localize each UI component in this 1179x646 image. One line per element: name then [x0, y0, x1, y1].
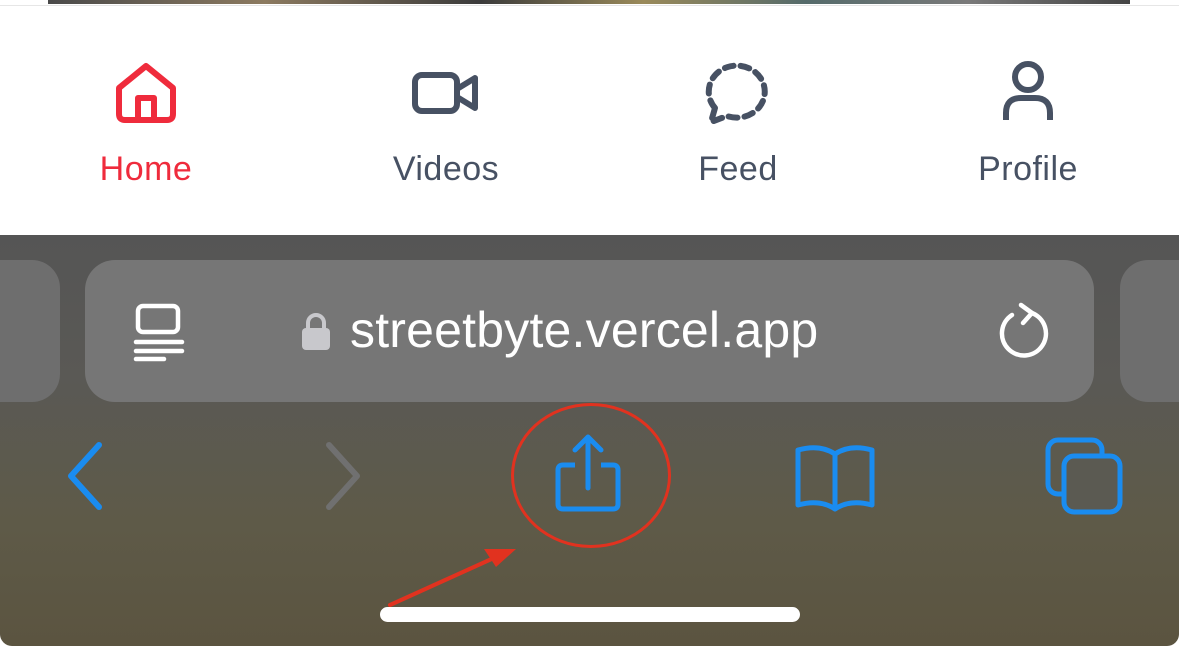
address-bar[interactable]: streetbyte.vercel.app — [85, 260, 1094, 402]
annotation-arrow-icon — [388, 549, 516, 607]
tab-feed[interactable]: Feed — [628, 8, 848, 235]
back-chevron-icon — [68, 442, 102, 510]
bookmarks-button[interactable] — [790, 432, 880, 522]
home-icon — [116, 63, 176, 123]
video-camera-icon — [412, 72, 478, 114]
chat-bubble-dashed-icon — [705, 62, 768, 125]
tab-profile[interactable]: Profile — [918, 8, 1138, 235]
home-indicator — [380, 607, 800, 622]
reader-mode-icon[interactable] — [132, 302, 188, 362]
next-tab-card[interactable] — [1120, 260, 1179, 402]
user-icon — [1003, 61, 1053, 120]
annotation-circle — [511, 403, 671, 548]
tab-home[interactable]: Home — [36, 8, 256, 235]
bottom-tab-bar: Home Videos Feed Profile — [0, 8, 1179, 235]
forward-button[interactable] — [297, 432, 387, 522]
content-image-edge — [48, 0, 1130, 4]
tab-profile-label: Profile — [978, 150, 1078, 188]
browser-toolbar: streetbyte.vercel.app — [0, 235, 1179, 646]
tab-videos[interactable]: Videos — [336, 8, 556, 235]
lock-icon — [302, 313, 330, 350]
forward-chevron-icon — [326, 442, 360, 510]
tab-videos-label: Videos — [392, 150, 500, 188]
previous-tab-card[interactable] — [0, 260, 60, 402]
top-strip — [0, 0, 1179, 8]
bookmarks-book-icon — [795, 445, 875, 512]
tabs-icon — [1045, 437, 1123, 515]
url-text: streetbyte.vercel.app — [350, 302, 819, 358]
back-button[interactable] — [41, 432, 131, 522]
tab-feed-label: Feed — [698, 150, 778, 188]
divider — [0, 5, 1179, 6]
tabs-button[interactable] — [1038, 432, 1128, 522]
reload-icon[interactable] — [996, 301, 1052, 361]
tab-home-label: Home — [99, 150, 193, 188]
